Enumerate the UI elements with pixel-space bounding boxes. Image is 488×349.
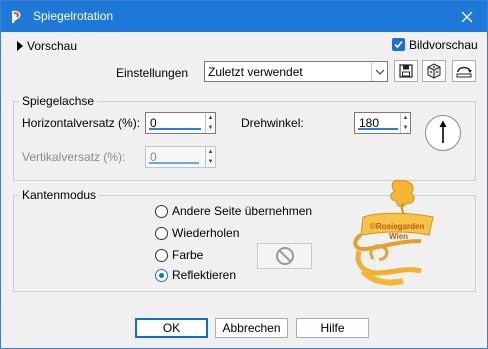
- spin-down-icon[interactable]: ▼: [401, 123, 410, 133]
- horizontalversatz-slider[interactable]: [149, 128, 201, 130]
- dropdown-arrow[interactable]: [371, 62, 387, 81]
- spin-down-icon: ▼: [207, 159, 214, 165]
- manage-presets-icon: [456, 66, 472, 78]
- radio-farbe[interactable]: Farbe: [155, 248, 235, 264]
- drehwinkel-slider[interactable]: [358, 128, 398, 130]
- spin-buttons: ▲ ▼: [205, 147, 215, 167]
- einstellungen-dropdown[interactable]: Zuletzt verwendet: [204, 61, 388, 82]
- radio-reflektieren[interactable]: Reflektieren: [155, 268, 265, 284]
- spiegelachse-title: Spiegelachse: [19, 94, 98, 108]
- dialog-window: Spiegelrotation Vorschau Bildvorschau Ei…: [0, 0, 488, 349]
- radio-circle: [155, 269, 168, 282]
- reset-preset-icon: [427, 63, 441, 79]
- title-bar[interactable]: Spiegelrotation: [1, 1, 487, 32]
- vertikalversatz-slider: [149, 162, 199, 164]
- spin-buttons[interactable]: ▲ ▼: [400, 113, 410, 133]
- drehwinkel-label: Drehwinkel:: [241, 116, 304, 130]
- app-icon: [12, 10, 21, 23]
- manage-presets-button[interactable]: [452, 60, 476, 82]
- bildvorschau-label: Bildvorschau: [409, 38, 478, 52]
- spin-up-icon[interactable]: ▲: [401, 113, 410, 123]
- play-triangle-icon: [17, 41, 23, 51]
- radio-circle: [155, 227, 168, 240]
- close-icon: [461, 11, 473, 22]
- spin-up-icon[interactable]: ▲: [206, 113, 215, 123]
- vorschau-toggle[interactable]: Vorschau: [15, 39, 95, 53]
- vorschau-label: Vorschau: [27, 39, 78, 53]
- chevron-down-icon: [375, 69, 384, 75]
- save-preset-icon: [399, 64, 413, 78]
- horizontalversatz-spinner[interactable]: 0 ▲ ▼: [145, 112, 216, 134]
- checkbox-check-icon: [394, 40, 403, 49]
- abbrechen-label: Abbrechen: [222, 321, 281, 335]
- hilfe-button[interactable]: Hilfe: [296, 318, 369, 338]
- close-button[interactable]: [447, 1, 487, 32]
- reset-preset-button[interactable]: [422, 60, 446, 82]
- ok-button[interactable]: OK: [135, 318, 208, 338]
- watermark-text-1: ©Rosiegarden: [370, 222, 425, 231]
- save-preset-button[interactable]: [394, 60, 418, 82]
- spin-buttons[interactable]: ▲ ▼: [205, 113, 215, 133]
- einstellungen-value: Zuletzt verwendet: [208, 65, 303, 79]
- radio-wiederholen[interactable]: Wiederholen: [155, 226, 265, 242]
- vertikalversatz-label: Vertikalversatz (%):: [22, 150, 126, 164]
- einstellungen-label: Einstellungen: [116, 66, 189, 80]
- hilfe-label: Hilfe: [320, 321, 345, 335]
- radio-circle: [155, 249, 168, 262]
- window-title: Spiegelrotation: [33, 9, 114, 23]
- drehwinkel-spinner[interactable]: 180 ▲ ▼: [354, 112, 411, 134]
- radio-andere-seite[interactable]: Andere Seite übernehmen: [155, 204, 325, 220]
- horizontalversatz-label: Horizontalversatz (%):: [22, 116, 141, 130]
- radio-circle: [155, 205, 168, 218]
- watermark-text-2: Wien: [389, 232, 409, 241]
- kantenmodus-title: Kantenmodus: [19, 188, 100, 202]
- vertikalversatz-spinner: 0 ▲ ▼: [145, 146, 216, 168]
- radio-label: Wiederholen: [172, 226, 240, 240]
- no-color-icon: [275, 247, 294, 265]
- angle-dial-icon[interactable]: [424, 114, 462, 152]
- bildvorschau-checkbox[interactable]: Bildvorschau: [392, 37, 482, 53]
- checkbox-box: [392, 38, 405, 51]
- watermark-logo: ©Rosiegarden Wien: [343, 175, 439, 293]
- spin-up-icon: ▲: [207, 149, 214, 155]
- color-swatch-button[interactable]: [257, 243, 312, 269]
- abbrechen-button[interactable]: Abbrechen: [215, 318, 288, 338]
- ok-label: OK: [162, 321, 181, 335]
- radio-label: Reflektieren: [172, 268, 237, 282]
- radio-label: Farbe: [172, 248, 204, 262]
- spin-down-icon[interactable]: ▼: [206, 123, 215, 133]
- radio-label: Andere Seite übernehmen: [172, 204, 313, 218]
